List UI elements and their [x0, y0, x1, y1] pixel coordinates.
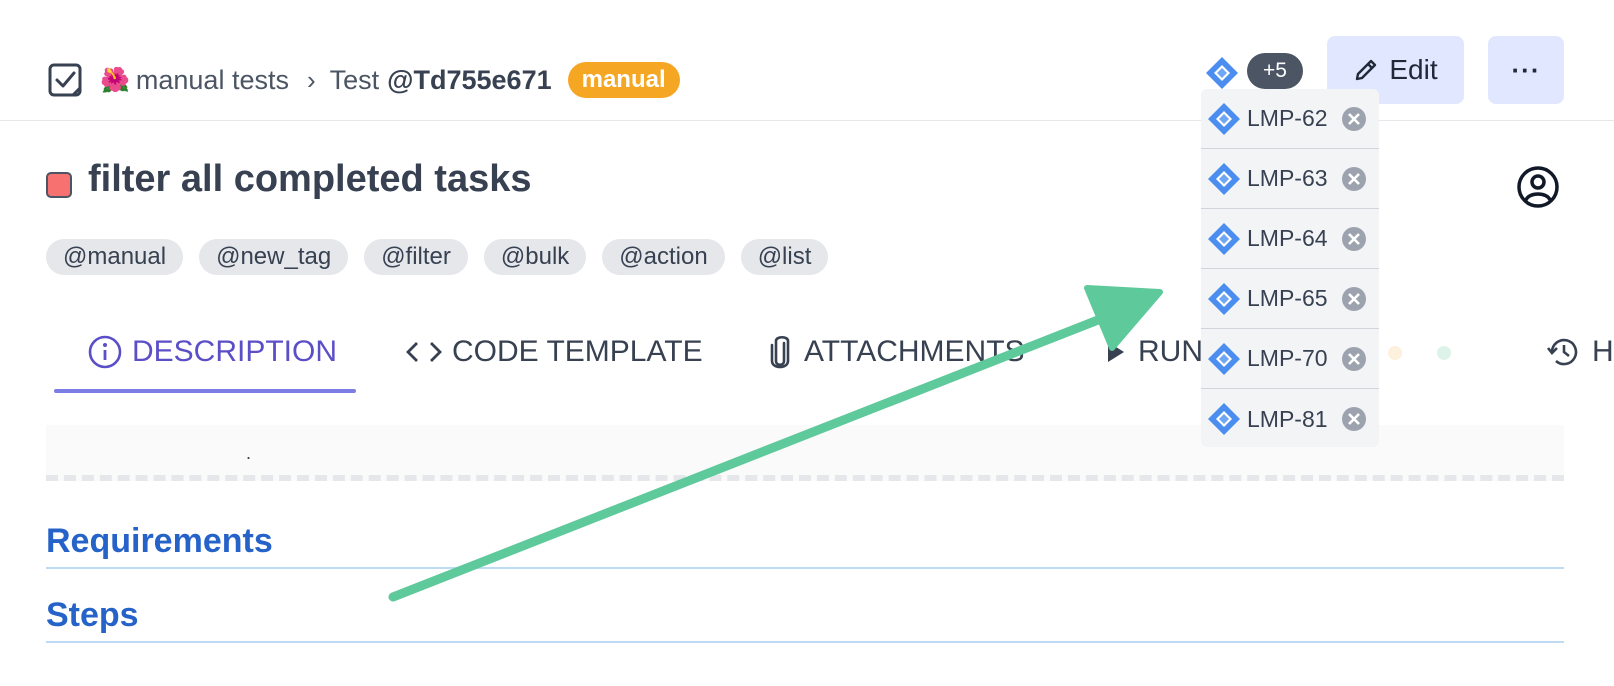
- play-icon: [1108, 342, 1124, 362]
- remove-circle-icon[interactable]: [1341, 106, 1367, 132]
- tag-list: @manual @new_tag @filter @bulk @action @…: [46, 239, 829, 275]
- tag-chip[interactable]: @action: [602, 239, 725, 275]
- tab-runs[interactable]: RUN: [1102, 330, 1203, 374]
- tab-label: H: [1592, 335, 1614, 368]
- jira-issue-item[interactable]: LMP-63: [1201, 149, 1379, 209]
- pencil-icon: [1356, 59, 1377, 81]
- more-options-button[interactable]: ···: [1488, 36, 1564, 104]
- tag-chip[interactable]: @list: [740, 239, 829, 275]
- ellipsis-icon: ···: [1511, 54, 1541, 85]
- test-status-square: [46, 172, 72, 198]
- info-icon: [88, 335, 122, 369]
- jira-issue-key[interactable]: LMP-81: [1247, 406, 1331, 433]
- jira-icon: [1208, 222, 1240, 255]
- description-text: .: [246, 443, 252, 463]
- tab-code-template[interactable]: CODE TEMPLATE: [406, 330, 703, 374]
- tag-chip[interactable]: @new_tag: [199, 239, 349, 275]
- jira-icon: [1208, 282, 1240, 315]
- steps-heading: Steps: [46, 596, 1564, 643]
- tag-chip[interactable]: @bulk: [483, 239, 587, 275]
- remove-circle-icon[interactable]: [1341, 226, 1367, 252]
- tab-label: RUN: [1138, 335, 1203, 368]
- tab-description[interactable]: DESCRIPTION: [88, 330, 337, 374]
- tab-label: ATTACHMENTS: [804, 335, 1025, 368]
- jira-icon[interactable]: [1205, 56, 1239, 90]
- hibiscus-emoji: 🌺: [100, 66, 130, 94]
- code-icon: [406, 342, 442, 362]
- active-tab-indicator: [54, 389, 356, 393]
- tag-chip[interactable]: @manual: [46, 239, 184, 275]
- run-status-dot: [1388, 346, 1402, 360]
- requirements-heading: Requirements: [46, 522, 1564, 569]
- remove-circle-icon[interactable]: [1341, 406, 1367, 432]
- jira-icon: [1208, 342, 1240, 375]
- jira-issue-item[interactable]: LMP-64: [1201, 209, 1379, 269]
- jira-issue-item[interactable]: LMP-70: [1201, 329, 1379, 389]
- jira-issue-item[interactable]: LMP-65: [1201, 269, 1379, 329]
- test-title: filter all completed tasks: [88, 158, 532, 200]
- tab-history[interactable]: H: [1546, 330, 1614, 374]
- linked-jira-issues-dropdown: LMP-62 LMP-63 LMP-64 LMP-65 LMP-70 LMP-8…: [1201, 89, 1379, 447]
- breadcrumb-separator: ›: [306, 64, 316, 95]
- tag-chip[interactable]: @filter: [364, 239, 468, 275]
- jira-issue-item[interactable]: LMP-62: [1201, 89, 1379, 149]
- test-id[interactable]: @Td755e671: [387, 65, 551, 96]
- jira-issue-key[interactable]: LMP-63: [1247, 165, 1331, 192]
- manual-badge: manual: [567, 62, 680, 98]
- jira-icon: [1208, 162, 1240, 195]
- edit-button-label: Edit: [1389, 54, 1438, 85]
- jira-issue-key[interactable]: LMP-64: [1247, 225, 1331, 252]
- history-icon: [1546, 338, 1578, 366]
- tab-label: DESCRIPTION: [132, 335, 338, 368]
- jira-issue-item[interactable]: LMP-81: [1201, 389, 1379, 449]
- breadcrumb: 🌺 manual tests › Test @Td755e671 manual: [100, 62, 680, 98]
- linked-issues-count-badge[interactable]: +5: [1247, 53, 1303, 89]
- remove-circle-icon[interactable]: [1341, 286, 1367, 312]
- jira-issue-key[interactable]: LMP-70: [1247, 345, 1331, 372]
- jira-icon: [1208, 102, 1240, 135]
- breadcrumb-suite-link[interactable]: manual tests: [136, 65, 289, 96]
- jira-issue-key[interactable]: LMP-65: [1247, 285, 1331, 312]
- tab-attachments[interactable]: ATTACHMENTS: [766, 330, 1025, 374]
- tab-label: CODE TEMPLATE: [452, 335, 703, 368]
- user-circle-icon[interactable]: [1516, 165, 1560, 209]
- breadcrumb-test-label: Test: [329, 64, 380, 95]
- jira-icon: [1208, 403, 1240, 435]
- remove-circle-icon[interactable]: [1341, 346, 1367, 372]
- remove-circle-icon[interactable]: [1341, 166, 1367, 192]
- jira-issue-key[interactable]: LMP-62: [1247, 105, 1331, 132]
- checked-square-icon: [48, 63, 82, 97]
- run-status-dot: [1437, 346, 1451, 360]
- paperclip-icon: [770, 335, 790, 369]
